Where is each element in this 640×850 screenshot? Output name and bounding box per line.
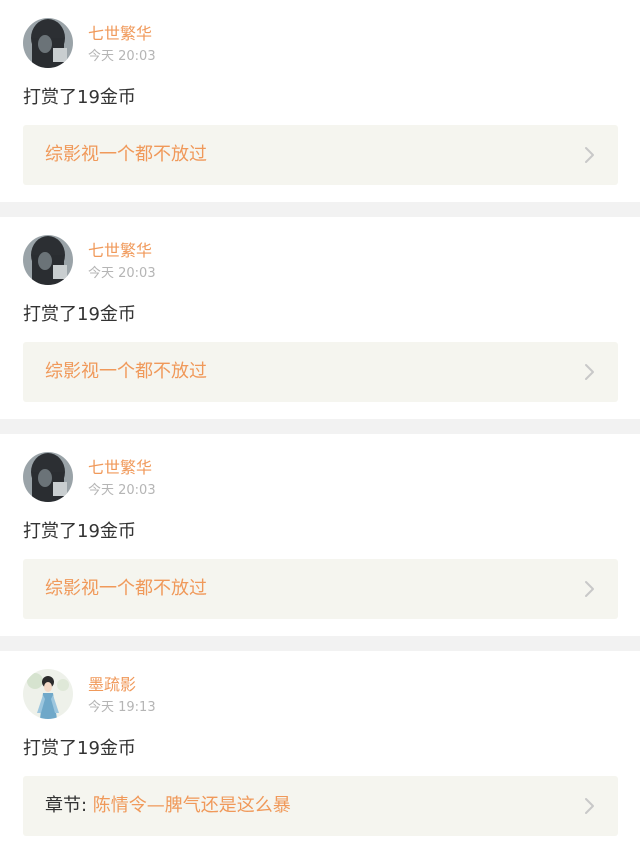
timestamp: 今天 20:03 — [88, 483, 156, 498]
reward-feed: 七世繁华 今天 20:03 打赏了19金币 综影视一个都不放过 七世繁华 今天 … — [0, 0, 640, 850]
book-link-card[interactable]: 综影视一个都不放过 — [23, 125, 618, 185]
book-link-label: 综影视一个都不放过 — [45, 143, 207, 167]
chevron-right-icon — [580, 146, 598, 164]
book-title: 综影视一个都不放过 — [45, 144, 207, 165]
chapter-title: 陈情令—脾气还是这么暴 — [92, 795, 291, 816]
ref-prefix: 章节: — [45, 795, 93, 816]
user-avatar[interactable] — [23, 669, 73, 719]
book-title: 综影视一个都不放过 — [45, 361, 207, 382]
book-link-label: 综影视一个都不放过 — [45, 360, 207, 384]
timestamp: 今天 19:13 — [88, 700, 156, 715]
divider — [0, 636, 640, 651]
book-link-label: 综影视一个都不放过 — [45, 577, 207, 601]
feed-item: 七世繁华 今天 20:03 打赏了19金币 综影视一个都不放过 — [0, 0, 640, 202]
username[interactable]: 七世繁华 — [88, 24, 152, 44]
reward-action-text: 打赏了19金币 — [23, 521, 136, 542]
dark-hair-avatar-icon — [23, 452, 73, 502]
costume-girl-avatar-icon — [23, 669, 73, 719]
user-avatar[interactable] — [23, 235, 73, 285]
feed-item: 七世繁华 今天 20:03 打赏了19金币 综影视一个都不放过 — [0, 434, 640, 636]
book-link-card[interactable]: 综影视一个都不放过 — [23, 342, 618, 402]
username[interactable]: 墨疏影 — [88, 675, 136, 695]
user-avatar[interactable] — [23, 18, 73, 68]
timestamp: 今天 20:03 — [88, 49, 156, 64]
divider — [0, 202, 640, 217]
book-title: 综影视一个都不放过 — [45, 578, 207, 599]
reward-action-text: 打赏了19金币 — [23, 304, 136, 325]
user-avatar[interactable] — [23, 452, 73, 502]
reward-action-text: 打赏了19金币 — [23, 87, 136, 108]
dark-hair-avatar-icon — [23, 18, 73, 68]
book-link-card[interactable]: 综影视一个都不放过 — [23, 559, 618, 619]
username[interactable]: 七世繁华 — [88, 241, 152, 261]
reward-action-text: 打赏了19金币 — [23, 738, 136, 759]
chevron-right-icon — [580, 363, 598, 381]
dark-hair-avatar-icon — [23, 235, 73, 285]
chapter-link-card[interactable]: 章节: 陈情令—脾气还是这么暴 — [23, 776, 618, 836]
timestamp: 今天 20:03 — [88, 266, 156, 281]
chapter-link-label: 章节: 陈情令—脾气还是这么暴 — [45, 794, 291, 818]
chevron-right-icon — [580, 797, 598, 815]
chevron-right-icon — [580, 580, 598, 598]
feed-item: 七世繁华 今天 20:03 打赏了19金币 综影视一个都不放过 — [0, 217, 640, 419]
username[interactable]: 七世繁华 — [88, 458, 152, 478]
divider — [0, 419, 640, 434]
feed-item: 墨疏影 今天 19:13 打赏了19金币 章节: 陈情令—脾气还是这么暴 — [0, 651, 640, 850]
